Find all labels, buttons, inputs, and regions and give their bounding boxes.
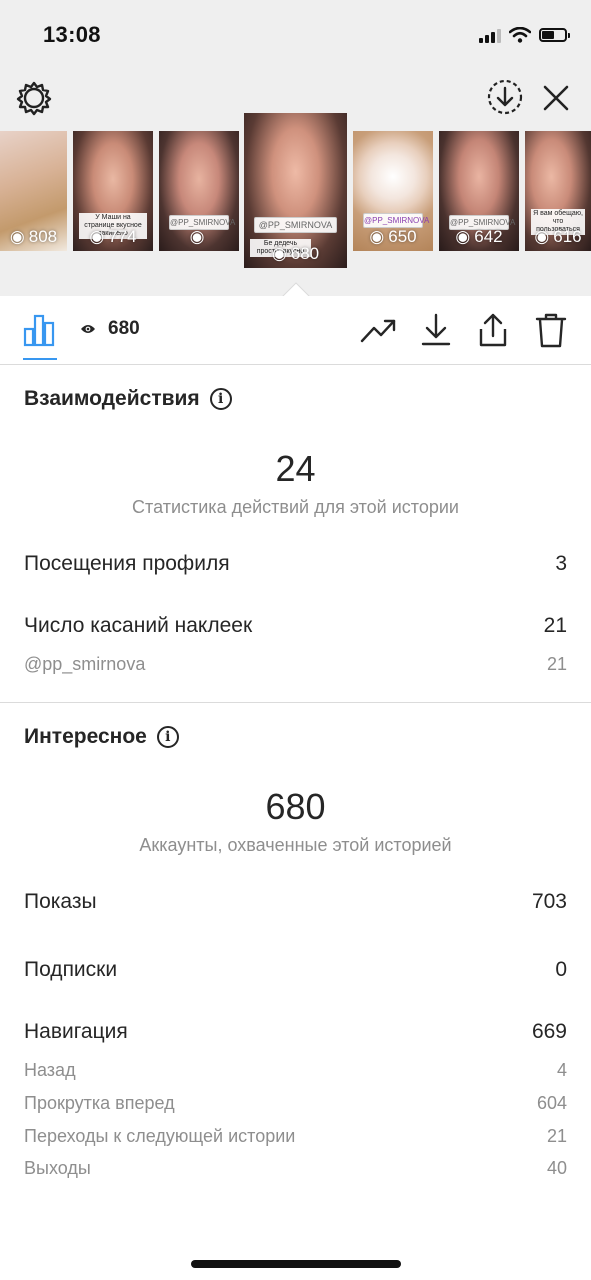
status-icons (479, 22, 570, 48)
stat-row: Подписки 0 (24, 958, 567, 982)
stat-label: Число касаний наклеек (24, 614, 253, 637)
download-icon (421, 313, 451, 346)
stat-subrow: Выходы 40 (24, 1158, 567, 1179)
save-story-button[interactable] (484, 76, 526, 118)
story-views: 774 (108, 227, 137, 246)
download-button[interactable] (416, 310, 456, 350)
story-thumbnail[interactable]: ◉ 808 (0, 131, 67, 251)
stat-label: @pp_smirnova (24, 654, 146, 674)
status-time: 13:08 (43, 22, 101, 47)
share-button[interactable] (473, 310, 513, 350)
interactions-section-title: Взаимодействия i (24, 387, 232, 411)
stat-value: 3 (555, 552, 567, 575)
story-thumbnail[interactable]: У Маши на странице вкусное закипело ◉ 774 (73, 131, 153, 251)
stat-value: 703 (531, 890, 567, 913)
story-views: 616 (553, 227, 582, 246)
story-mention-tag: @PP_SMIRNOVA (363, 213, 429, 228)
wifi-icon (509, 27, 531, 43)
close-button[interactable] (536, 78, 576, 118)
settings-button[interactable] (12, 76, 56, 120)
download-circle-icon (487, 79, 523, 115)
eye-icon: ◉ (455, 227, 471, 246)
stories-header: 13:08 ◉ 808 У Маши на странице вкусное з… (0, 0, 591, 296)
active-tab-indicator (23, 358, 57, 360)
interactions-title: Взаимодействия (24, 387, 200, 410)
section-divider (0, 702, 591, 703)
stat-subrow: Назад 4 (24, 1060, 567, 1081)
trending-icon (360, 319, 396, 343)
bar-chart-icon (23, 314, 55, 347)
eye-icon: ◉ (271, 244, 287, 263)
story-views: 650 (388, 227, 417, 246)
eye-icon: ◉ (189, 227, 205, 246)
stat-value: 40 (546, 1158, 567, 1178)
story-thumbnail[interactable]: @PP_SMIRNOVA ◉ 650 (353, 131, 433, 251)
stat-value: 0 (555, 958, 567, 981)
story-views: 680 (290, 244, 320, 263)
story-thumbnail[interactable]: @PP_SMIRNOVA ◉ 642 (439, 131, 519, 251)
stat-row: Посещения профиля 3 (24, 552, 567, 576)
info-icon[interactable]: i (156, 726, 179, 748)
interactions-subtitle: Статистика действий для этой истории (132, 497, 459, 517)
battery-icon (539, 28, 570, 42)
story-views: 808 (28, 227, 58, 246)
eye-icon (81, 325, 95, 333)
eye-icon: ◉ (9, 227, 25, 246)
trash-icon (535, 313, 567, 348)
signal-icon (479, 27, 501, 43)
stat-label: Подписки (24, 958, 118, 981)
share-icon (479, 313, 507, 347)
stat-value: 669 (531, 1020, 567, 1043)
stat-label: Выходы (24, 1158, 91, 1178)
stat-value: 21 (543, 614, 567, 637)
discovery-section-title: Интересное i (24, 725, 179, 749)
stat-value: 21 (546, 1126, 567, 1146)
views-count-value: 680 (108, 318, 140, 339)
insights-tab[interactable] (19, 310, 59, 350)
stat-subrow: @pp_smirnova 21 (24, 654, 567, 675)
eye-icon: ◉ (89, 227, 105, 246)
story-thumbnail[interactable]: @PP_SMIRNOVA ◉ (159, 131, 239, 251)
eye-icon: ◉ (369, 227, 385, 246)
stat-row: Навигация 669 (24, 1020, 567, 1044)
stat-value: 604 (536, 1093, 567, 1113)
insights-toolbar: 680 (0, 296, 591, 365)
eye-icon: ◉ (534, 227, 550, 246)
story-mention-tag: @PP_SMIRNOVA (254, 217, 337, 233)
story-thumbnail-selected[interactable]: @PP_SMIRNOVA Бе дедечь просто, вкусно ◉ 6… (244, 113, 347, 268)
stat-value: 21 (546, 654, 567, 674)
story-thumbnail[interactable]: Я вам обещаю, что пользоваться ◉ 616 (525, 131, 591, 251)
stat-label: Навигация (24, 1020, 128, 1043)
interactions-total: 24 (275, 448, 316, 489)
stat-label: Показы (24, 890, 97, 913)
stat-label: Назад (24, 1060, 76, 1080)
stat-label: Прокрутка вперед (24, 1093, 175, 1113)
stat-subrow: Прокрутка вперед 604 (24, 1093, 567, 1114)
close-icon (543, 85, 569, 111)
stat-row: Число касаний наклеек 21 (24, 614, 567, 638)
stat-value: 4 (556, 1060, 567, 1080)
stat-row: Показы 703 (24, 890, 567, 914)
delete-button[interactable] (531, 310, 571, 350)
reach-total: 680 (265, 786, 326, 827)
views-count: 680 (80, 318, 140, 340)
home-indicator[interactable] (191, 1260, 401, 1268)
info-icon[interactable]: i (209, 388, 232, 410)
stat-label: Переходы к следующей истории (24, 1126, 296, 1146)
discovery-title: Интересное (24, 725, 147, 748)
reach-subtitle: Аккаунты, охваченные этой историей (139, 835, 452, 855)
stat-subrow: Переходы к следующей истории 21 (24, 1126, 567, 1147)
promote-button[interactable] (359, 310, 399, 350)
gear-icon (16, 81, 52, 116)
story-views: 642 (474, 227, 503, 246)
stat-label: Посещения профиля (24, 552, 230, 575)
